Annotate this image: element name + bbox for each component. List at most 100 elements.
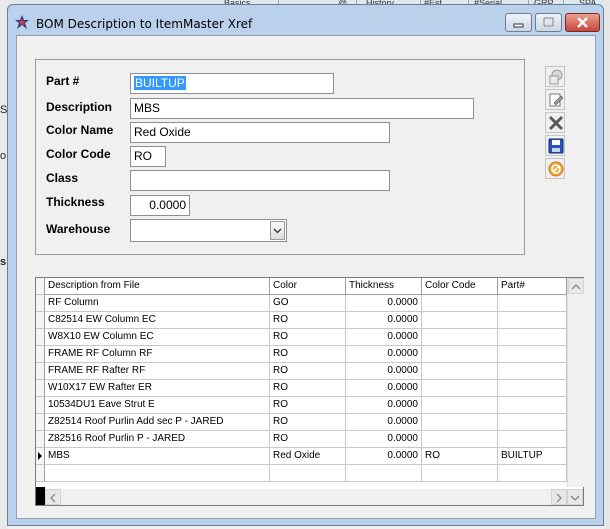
row-indicator[interactable] (36, 295, 45, 312)
row-indicator[interactable] (36, 312, 45, 329)
cell-thickness[interactable]: 0.0000 (346, 380, 422, 397)
cell-color-code[interactable] (422, 397, 498, 414)
xref-grid[interactable]: Description from File Color Thickness Color… (35, 277, 584, 506)
cell-color[interactable]: RO (270, 380, 346, 397)
cell-thickness[interactable]: 0.0000 (346, 346, 422, 363)
cell-description[interactable]: Z82514 Roof Purlin Add sec P - JARED (45, 414, 270, 431)
vertical-scrollbar[interactable] (567, 278, 584, 487)
cell-thickness[interactable]: 0.0000 (346, 448, 422, 465)
cell-thickness[interactable]: 0.0000 (346, 312, 422, 329)
empty-cell[interactable] (422, 465, 498, 482)
cell-part[interactable] (498, 397, 567, 414)
delete-record-button[interactable] (545, 112, 565, 133)
cell-part[interactable]: BUILTUP (498, 448, 567, 465)
cell-color-code[interactable]: RO (422, 448, 498, 465)
chevron-down-icon (273, 228, 282, 234)
cell-color[interactable]: RO (270, 397, 346, 414)
cell-color[interactable]: RO (270, 329, 346, 346)
copy-record-button[interactable] (545, 66, 565, 87)
cell-color-code[interactable] (422, 431, 498, 448)
cell-color-code[interactable] (422, 380, 498, 397)
cell-color[interactable]: RO (270, 363, 346, 380)
row-indicator[interactable] (36, 465, 45, 482)
cell-description[interactable]: Z82516 Roof Purlin P - JARED (45, 431, 270, 448)
color-name-field[interactable]: Red Oxide (130, 122, 390, 143)
row-indicator[interactable] (36, 397, 45, 414)
warehouse-dropdown-button[interactable] (270, 221, 285, 240)
cell-thickness[interactable]: 0.0000 (346, 414, 422, 431)
header-col-thickness[interactable]: Thickness (346, 278, 422, 295)
header-col-color-code[interactable]: Color Code (422, 278, 498, 295)
cell-part[interactable] (498, 431, 567, 448)
row-indicator[interactable] (36, 346, 45, 363)
cell-thickness[interactable]: 0.0000 (346, 363, 422, 380)
row-indicator[interactable] (36, 431, 45, 448)
cell-color[interactable]: RO (270, 312, 346, 329)
cell-description[interactable]: RF Column (45, 295, 270, 312)
thickness-field[interactable]: 0.0000 (130, 195, 190, 216)
empty-cell[interactable] (45, 465, 270, 482)
cell-part[interactable] (498, 363, 567, 380)
arrow-down-icon (570, 495, 580, 501)
header-col-color[interactable]: Color (270, 278, 346, 295)
empty-cell[interactable] (270, 465, 346, 482)
empty-cell[interactable] (346, 465, 422, 482)
row-indicator[interactable] (36, 363, 45, 380)
empty-cell[interactable] (498, 465, 567, 482)
close-button[interactable] (565, 13, 600, 32)
cell-color[interactable]: RO (270, 414, 346, 431)
cell-part[interactable] (498, 380, 567, 397)
arrow-left-icon (50, 493, 56, 503)
cell-description[interactable]: C82514 EW Column EC (45, 312, 270, 329)
row-indicator[interactable] (36, 448, 45, 465)
cell-part[interactable] (498, 295, 567, 312)
header-col-part[interactable]: Part# (498, 278, 567, 295)
cell-thickness[interactable]: 0.0000 (346, 295, 422, 312)
cell-part[interactable] (498, 312, 567, 329)
scroll-up-button[interactable] (568, 278, 584, 294)
cancel-icon (548, 161, 564, 177)
cell-color-code[interactable] (422, 363, 498, 380)
thickness-label: Thickness (46, 195, 105, 209)
row-indicator[interactable] (36, 380, 45, 397)
cell-description[interactable]: FRAME RF Column RF (45, 346, 270, 363)
header-col-description[interactable]: Description from File (45, 278, 270, 295)
horizontal-scrollbar[interactable] (45, 489, 567, 505)
part-number-field[interactable]: BUILTUP (130, 73, 334, 94)
cell-description[interactable]: MBS (45, 448, 270, 465)
cancel-record-button[interactable] (545, 158, 565, 179)
cell-color-code[interactable] (422, 312, 498, 329)
cell-color-code[interactable] (422, 295, 498, 312)
cell-color[interactable]: Red Oxide (270, 448, 346, 465)
edit-record-button[interactable] (545, 89, 565, 110)
cell-color[interactable]: RO (270, 431, 346, 448)
maximize-button[interactable] (535, 13, 562, 32)
minimize-button[interactable] (505, 13, 532, 32)
scroll-down-button[interactable] (567, 489, 583, 505)
save-record-button[interactable] (545, 135, 565, 156)
cell-thickness[interactable]: 0.0000 (346, 329, 422, 346)
cell-description[interactable]: W8X10 EW Column EC (45, 329, 270, 346)
cell-color-code[interactable] (422, 329, 498, 346)
cell-part[interactable] (498, 414, 567, 431)
cell-description[interactable]: FRAME RF Rafter RF (45, 363, 270, 380)
cell-color-code[interactable] (422, 414, 498, 431)
warehouse-combobox[interactable] (130, 219, 287, 242)
cell-thickness[interactable]: 0.0000 (346, 397, 422, 414)
cell-color[interactable]: RO (270, 346, 346, 363)
cell-thickness[interactable]: 0.0000 (346, 431, 422, 448)
title-bar[interactable]: BOM Description to ItemMaster Xref (8, 5, 603, 35)
row-indicator[interactable] (36, 329, 45, 346)
row-indicator[interactable] (36, 414, 45, 431)
scroll-right-button[interactable] (551, 489, 567, 505)
cell-color[interactable]: GO (270, 295, 346, 312)
description-field[interactable]: MBS (130, 98, 474, 119)
cell-description[interactable]: 10534DU1 Eave Strut E (45, 397, 270, 414)
cell-part[interactable] (498, 329, 567, 346)
scroll-left-button[interactable] (45, 489, 61, 505)
color-code-field[interactable]: RO (130, 146, 166, 167)
class-field[interactable] (130, 170, 390, 191)
cell-color-code[interactable] (422, 346, 498, 363)
cell-description[interactable]: W10X17 EW Rafter ER (45, 380, 270, 397)
cell-part[interactable] (498, 346, 567, 363)
